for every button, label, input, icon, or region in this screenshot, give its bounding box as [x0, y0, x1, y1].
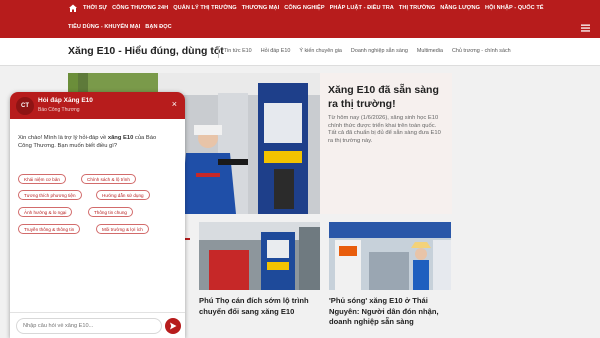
chip-khai-niem[interactable]: Khái niệm cơ bản — [18, 174, 66, 184]
tab-multimedia[interactable]: Multimedia — [417, 48, 443, 54]
avatar: CT — [16, 97, 34, 115]
chatbot-widget: CT Hỏi đáp Xăng E10 Báo Công Thương × Xi… — [10, 92, 185, 338]
article-card-title-1[interactable]: Phú Thọ cán đích sớm lộ trình chuyển đổi… — [199, 296, 321, 317]
nav-item-hoi-nhap[interactable]: HỘI NHẬP - QUỐC TẾ — [485, 5, 544, 11]
article-card-image-1[interactable] — [199, 222, 320, 290]
nav-item-phap-luat[interactable]: PHÁP LUẬT - ĐIỀU TRA — [330, 5, 394, 11]
nav-item-cong-thuong-24h[interactable]: CÔNG THƯƠNG 24H — [112, 5, 168, 11]
nav-item-thi-truong[interactable]: THỊ TRƯỜNG — [399, 5, 435, 11]
nav-item-nang-luong[interactable]: NĂNG LƯỢNG — [440, 5, 480, 11]
hamburger-menu-icon[interactable] — [581, 24, 590, 32]
hero-article-summary: Từ hôm nay (1/6/2026), xăng sinh học E10… — [328, 115, 441, 144]
section-sub-navigation: Xăng E10 - Hiểu đúng, dùng tốt Tin tức E… — [0, 38, 600, 66]
chip-thong-tin-chung[interactable]: Thông tin chung — [88, 207, 133, 217]
greeting-highlight: xăng E10 — [107, 135, 134, 141]
accent-line — [185, 238, 190, 240]
nav-item-thuong-mai[interactable]: THƯƠNG MẠI — [242, 5, 280, 11]
tab-y-kien-chuyen-gia[interactable]: Ý kiến chuyên gia — [299, 48, 342, 54]
chatbot-header: CT Hỏi đáp Xăng E10 Báo Công Thương × — [10, 92, 185, 119]
chip-moi-truong[interactable]: Môi trường & lợi ích — [96, 224, 149, 234]
section-tabs: Tin tức E10 Hỏi đáp E10 Ý kiến chuyên gi… — [224, 48, 511, 54]
fuel-pump-photo — [199, 222, 320, 290]
chatbot-title: Hỏi đáp Xăng E10 — [38, 97, 93, 104]
top-navigation-bar: THỜI SỰ CÔNG THƯƠNG 24H QUẢN LÝ THỊ TRƯỜ… — [0, 0, 600, 38]
nav-item-tieu-dung[interactable]: TIÊU DÙNG - KHUYẾN MẠI — [68, 24, 140, 30]
send-icon — [170, 322, 177, 330]
chip-huong-dan[interactable]: Hướng dẫn sử dụng — [96, 190, 150, 200]
article-card-title-2[interactable]: 'Phủ sóng' xăng E10 ở Thái Nguyên: Người… — [329, 296, 451, 328]
nav-item-thoi-su[interactable]: THỜI SỰ — [83, 5, 107, 11]
chatbot-subtitle: Báo Công Thương — [38, 107, 80, 113]
section-title[interactable]: Xăng E10 - Hiểu đúng, dùng tốt — [68, 45, 224, 57]
chip-truyen-thong[interactable]: Truyền thông & thông tin — [18, 224, 81, 234]
nav-item-cong-nghiep[interactable]: CÔNG NGHIỆP — [284, 5, 324, 11]
hero-article-title[interactable]: Xăng E10 đã sẵn sàng ra thị trường! — [328, 83, 450, 111]
divider — [218, 46, 219, 58]
chat-input-bar — [10, 312, 185, 338]
nav-item-ban-doc[interactable]: BẠN ĐỌC — [145, 24, 171, 30]
bot-greeting-message: Xin chào! Mình là trợ lý hỏi-đáp về xăng… — [18, 134, 168, 150]
tab-tin-tuc-e10[interactable]: Tin tức E10 — [224, 48, 252, 54]
tab-chu-truong-chinh-sach[interactable]: Chủ trương - chính sách — [452, 48, 511, 54]
petrolimex-station-photo — [329, 222, 451, 290]
chip-anh-huong[interactable]: Ảnh hưởng & lo ngại — [18, 207, 73, 217]
home-icon[interactable] — [68, 3, 78, 13]
chip-chinh-sach[interactable]: Chính sách & lộ trình — [81, 174, 136, 184]
tab-hoi-dap-e10[interactable]: Hỏi đáp E10 — [261, 48, 291, 54]
hero-article-text: Xăng E10 đã sẵn sàng ra thị trường! Từ h… — [320, 73, 452, 214]
chat-message-input[interactable] — [16, 318, 162, 334]
greeting-text: Xin chào! Mình là trợ lý hỏi-đáp về xăng… — [18, 135, 157, 149]
article-card-image-2[interactable] — [329, 222, 451, 290]
top-nav-row-2: TIÊU DÙNG - KHUYẾN MẠI BẠN ĐỌC — [68, 24, 172, 30]
close-icon[interactable]: × — [172, 100, 177, 109]
top-nav-row-1: THỜI SỰ CÔNG THƯƠNG 24H QUẢN LÝ THỊ TRƯỜ… — [68, 3, 544, 13]
nav-item-quan-ly-thi-truong[interactable]: QUẢN LÝ THỊ TRƯỜNG — [173, 5, 236, 11]
tab-doanh-nghiep-san-sang[interactable]: Doanh nghiệp sẵn sàng — [351, 48, 408, 54]
chip-tuong-thich[interactable]: Tương thích phương tiện — [18, 190, 82, 200]
send-button[interactable] — [165, 318, 181, 334]
